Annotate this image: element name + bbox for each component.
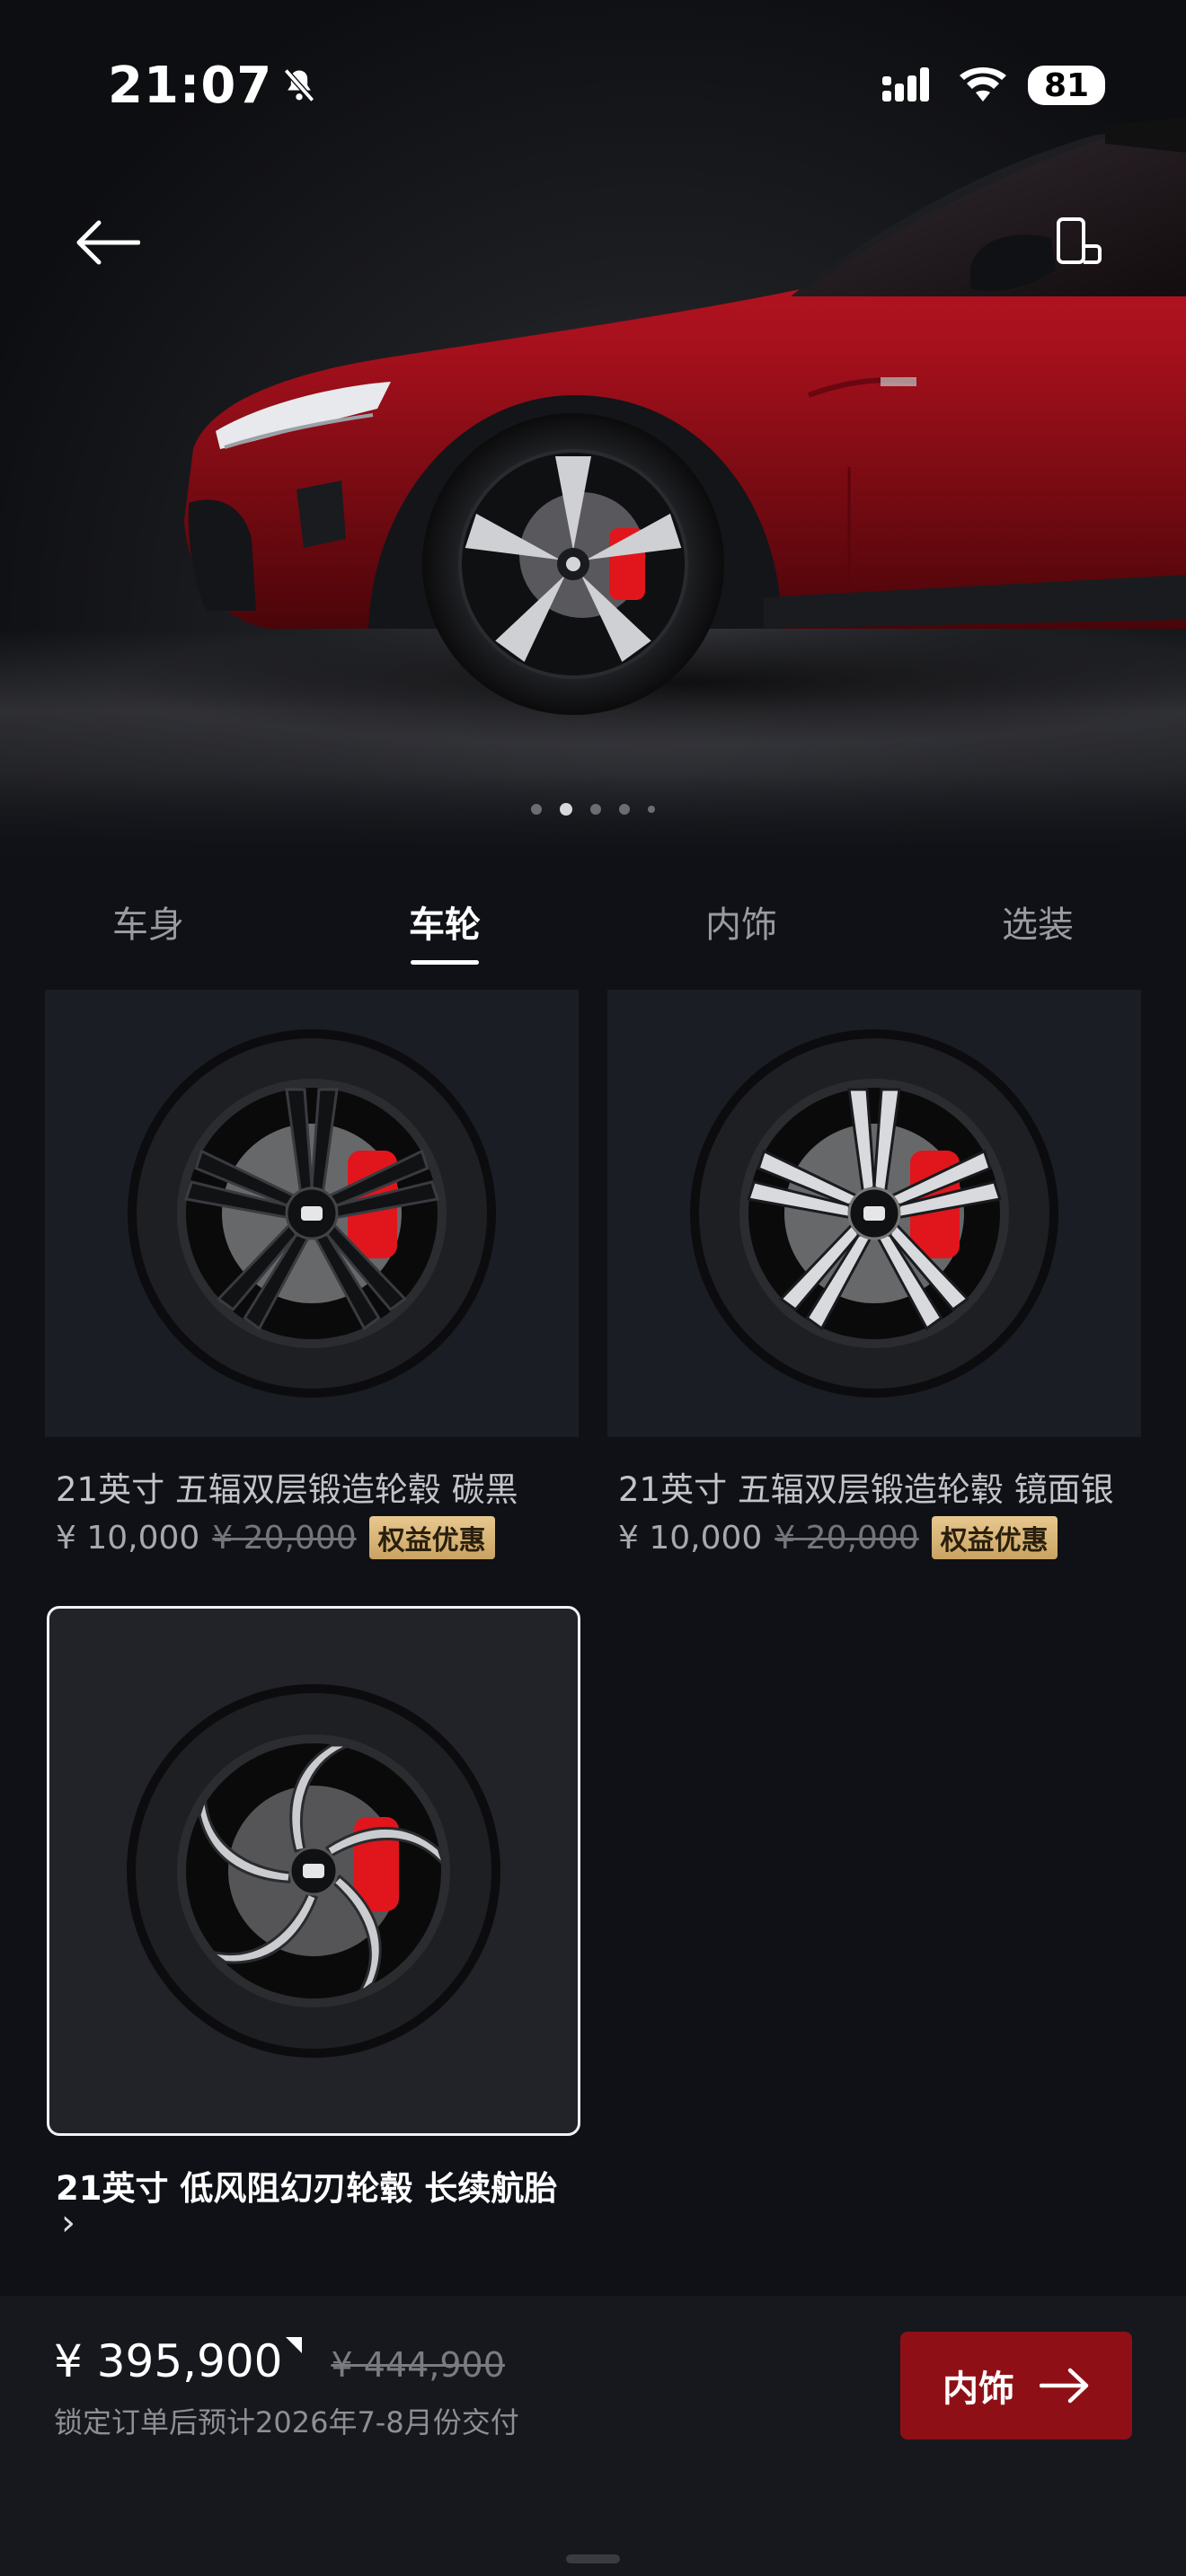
back-button[interactable] [72, 207, 144, 278]
bell-muted-icon [284, 68, 315, 102]
wheel-option-title-selected: 21英寸 低风阻幻刃轮毂 长续航胎 [56, 2169, 558, 2208]
arrow-left-icon [76, 220, 140, 265]
wheel-option-card-mirror-silver[interactable] [607, 990, 1141, 1437]
wheel-image [690, 1029, 1058, 1398]
wheel-option-price-row: ¥ 10,000 ¥ 20,000 权益优惠 [618, 1516, 1058, 1559]
home-indicator [0, 2553, 1186, 2576]
carousel-dot-active[interactable] [560, 803, 572, 816]
tab-wheels[interactable]: 车轮 [296, 880, 593, 970]
device-rotate-icon [1057, 217, 1102, 264]
battery-indicator: 81 [1028, 66, 1105, 105]
wheel-option-title: 21英寸 五辐双层锻造轮毂 碳黑 [56, 1470, 518, 1509]
arrow-right-icon [1040, 2368, 1089, 2404]
wheel-price: ¥ 10,000 [56, 1519, 200, 1557]
wheel-image [128, 1029, 496, 1398]
tab-options[interactable]: 选装 [890, 880, 1186, 970]
carousel-dot[interactable] [648, 806, 655, 813]
promo-badge: 权益优惠 [931, 1516, 1058, 1559]
config-tabs: 车身 车轮 内饰 选装 [0, 880, 1186, 970]
wheel-original-price: ¥ 20,000 [212, 1519, 357, 1557]
wheel-option-card-carbon-black[interactable] [45, 990, 579, 1437]
original-total-price: ¥ 444,900 [331, 2345, 505, 2385]
promo-badge: 权益优惠 [368, 1516, 495, 1559]
wifi-icon [960, 67, 1006, 101]
carousel-dot[interactable] [590, 804, 601, 815]
delivery-estimate: 锁定订单后预计2026年7-8月份交付 [54, 2405, 519, 2439]
status-bar: 21:07 81 [108, 54, 1105, 117]
tab-interior[interactable]: 内饰 [593, 880, 890, 970]
wheel-option-title: 21英寸 五辐双层锻造轮毂 镜面银 [618, 1470, 1114, 1509]
corner-triangle-icon [286, 2337, 303, 2353]
carousel-dot[interactable] [531, 804, 542, 815]
home-bar-icon [566, 2554, 620, 2563]
status-time: 21:07 [108, 56, 273, 115]
tab-body[interactable]: 车身 [0, 880, 296, 970]
carousel-indicator [0, 803, 1186, 816]
wheel-price: ¥ 10,000 [618, 1519, 763, 1557]
next-step-label: 内饰 [943, 2369, 1014, 2410]
wheel-option-card-aero-blade-selected[interactable] [47, 1606, 580, 2136]
cellular-signal-icon [882, 67, 929, 101]
wheel-image [127, 1684, 500, 2058]
rotate-view-button[interactable] [1042, 207, 1114, 278]
carousel-dot[interactable] [619, 804, 630, 815]
wheel-option-price-row: ¥ 10,000 ¥ 20,000 权益优惠 [56, 1516, 495, 1559]
car-illustration [108, 117, 1186, 745]
next-step-button[interactable]: 内饰 [900, 2332, 1132, 2439]
wheel-original-price: ¥ 20,000 [774, 1519, 919, 1557]
chevron-right-icon[interactable]: › [61, 2202, 75, 2244]
total-price-row[interactable]: ¥ 395,900 ¥ 444,900 [54, 2335, 505, 2387]
car-hero-image[interactable] [0, 0, 1186, 862]
total-price: ¥ 395,900 [54, 2335, 283, 2387]
car-configurator-screen: 21:07 81 车身 车轮 内饰 选装 21英寸 五辐双层锻造轮毂 碳黑 ¥ … [0, 0, 1186, 2576]
hero-fade [0, 772, 1186, 862]
